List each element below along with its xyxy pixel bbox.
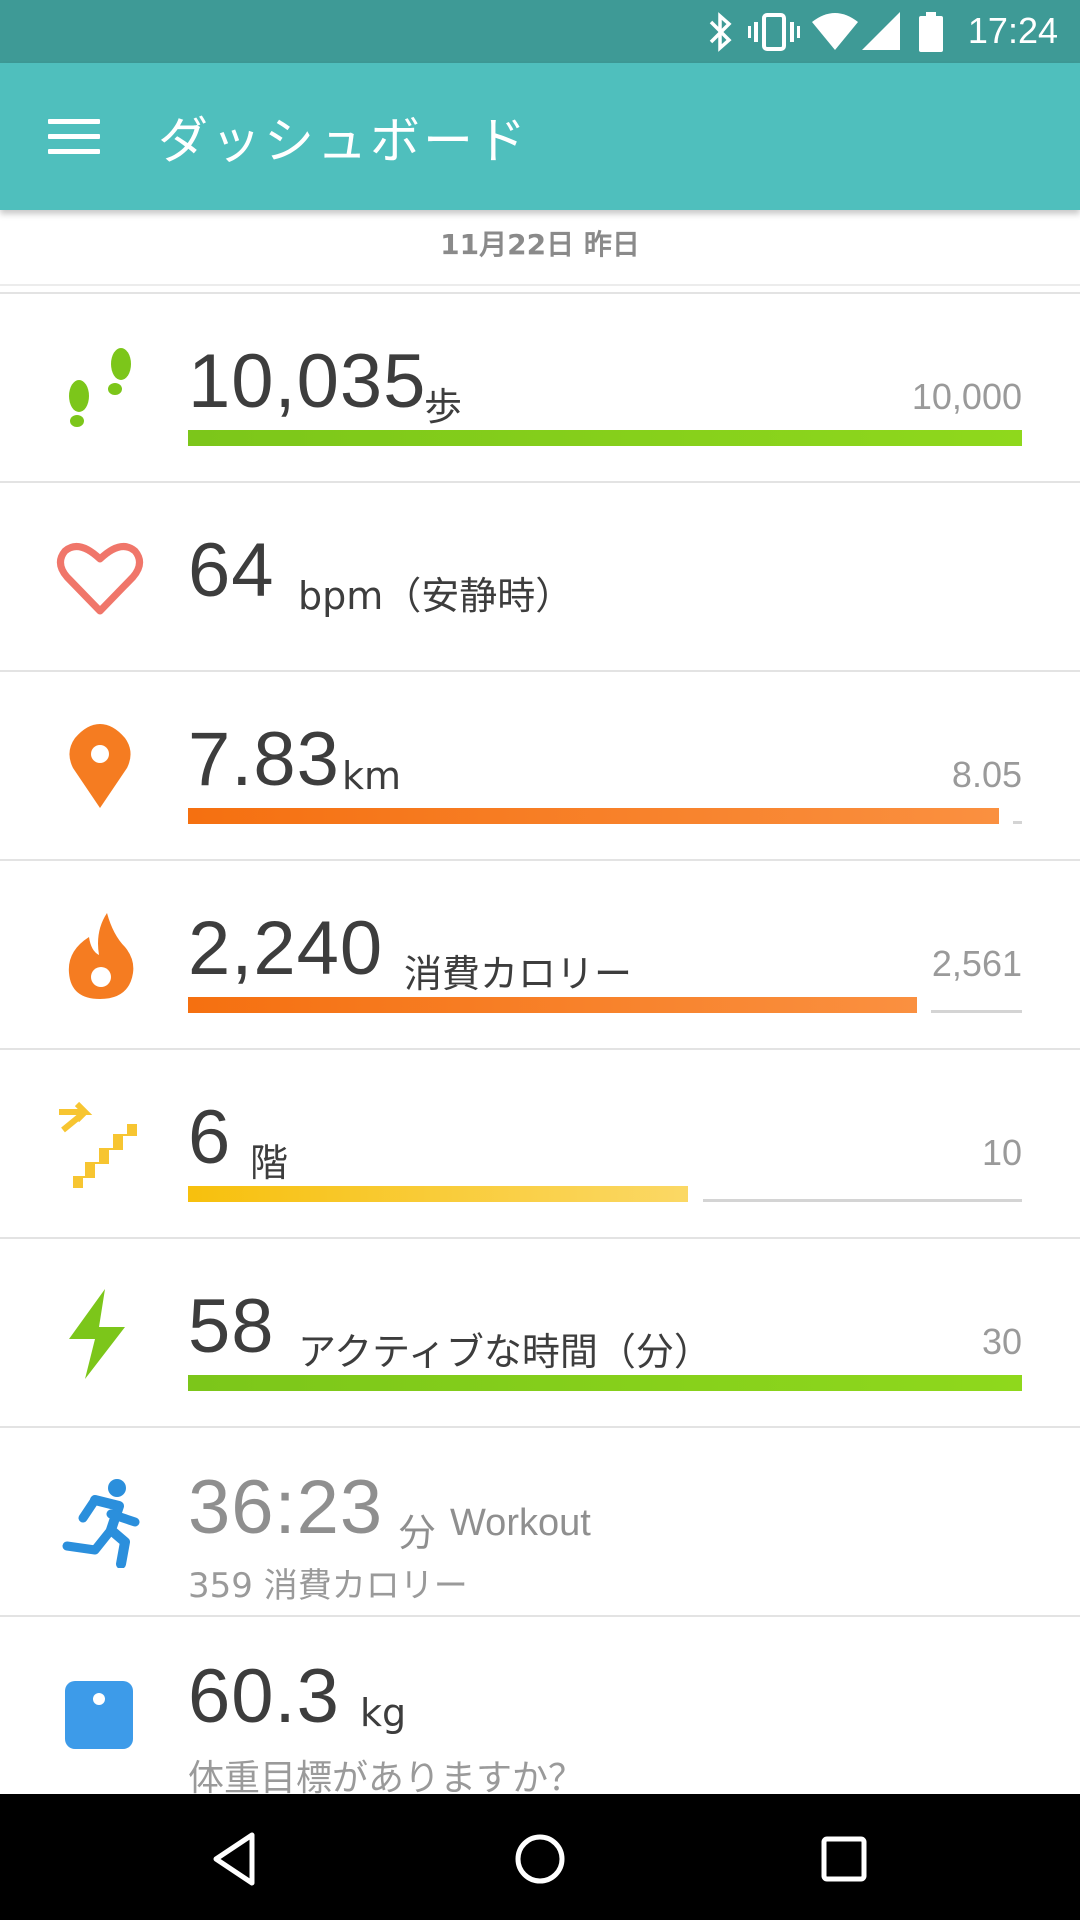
floors-progress-bar (188, 1186, 1022, 1202)
calories-value: 2,240 (188, 906, 384, 991)
vibrate-icon (748, 13, 800, 51)
calories-progress-fill (188, 997, 917, 1013)
active-minutes-unit: アクティブな時間（分） (298, 1330, 712, 1374)
active-minutes-progress-bar (188, 1375, 1022, 1391)
stats-list: 10,035 歩 10,000 64 bpm（安静時） 7.83 km 8.05 (0, 292, 1080, 1804)
recents-icon[interactable] (814, 1829, 874, 1889)
distance-row[interactable]: 7.83 km 8.05 (0, 670, 1080, 859)
floors-unit: 階 (250, 1141, 289, 1185)
battery-icon (919, 12, 943, 52)
calories-goal: 2,561 (931, 943, 1022, 984)
workout-calories-unit: 消費カロリー (263, 1566, 468, 1606)
heart-icon (57, 543, 143, 615)
status-bar: 17:24 (0, 0, 1080, 63)
running-person-icon (62, 1479, 140, 1568)
workout-duration: 36:23 (188, 1465, 384, 1550)
active-minutes-value: 58 (188, 1284, 275, 1369)
calories-progress-rest (931, 1010, 1022, 1013)
floors-goal: 10 (981, 1132, 1022, 1173)
calories-row[interactable]: 2,240 消費カロリー 2,561 (0, 859, 1080, 1048)
floors-value: 6 (188, 1095, 232, 1180)
workout-label: Workout (450, 1502, 591, 1544)
active-minutes-row[interactable]: 58 アクティブな時間（分） 30 (0, 1237, 1080, 1426)
back-icon[interactable] (206, 1829, 266, 1889)
active-minutes-progress-fill (188, 1375, 1022, 1391)
calories-unit: 消費カロリー (404, 952, 633, 996)
signal-icon (862, 12, 900, 50)
distance-progress-rest (1013, 821, 1022, 824)
bluetooth-icon (709, 12, 732, 52)
status-time: 17:24 (967, 10, 1058, 51)
date-label[interactable]: 11月22日 昨日 (0, 210, 1080, 286)
workout-unit: 分 (398, 1511, 437, 1555)
steps-unit: 歩 (424, 385, 463, 429)
navigation-bar (0, 1794, 1080, 1920)
floors-progress-fill (188, 1186, 688, 1202)
distance-unit: km (342, 754, 402, 798)
steps-progress-bar (188, 430, 1022, 446)
wifi-icon (812, 13, 858, 50)
heart-rate-value: 64 (188, 528, 275, 613)
steps-goal: 10,000 (911, 376, 1022, 417)
footprints-icon (69, 348, 131, 427)
floors-row[interactable]: 6 階 10 (0, 1048, 1080, 1237)
distance-goal: 8.05 (951, 754, 1022, 795)
distance-value: 7.83 (188, 717, 340, 802)
heart-rate-unit: bpm（安静時） (298, 574, 574, 618)
home-icon[interactable] (510, 1829, 570, 1889)
floors-progress-rest (703, 1199, 1022, 1202)
weight-value: 60.3 (188, 1654, 340, 1739)
scale-icon (65, 1681, 133, 1749)
page-title: ダッシュボード (158, 112, 529, 170)
active-minutes-goal: 30 (981, 1321, 1022, 1362)
location-pin-icon (69, 724, 131, 808)
workout-calories-value: 359 (188, 1566, 253, 1606)
distance-progress-bar (188, 808, 1022, 824)
menu-icon[interactable] (48, 119, 100, 155)
workout-calories: 359 消費カロリー (188, 1558, 468, 1607)
heart-rate-row[interactable]: 64 bpm（安静時） (0, 481, 1080, 670)
app-bar: ダッシュボード (0, 63, 1080, 210)
flame-icon (68, 913, 134, 999)
steps-row[interactable]: 10,035 歩 10,000 (0, 292, 1080, 481)
distance-progress-fill (188, 808, 999, 824)
workout-row[interactable]: 36:23 分 Workout 359 消費カロリー (0, 1426, 1080, 1615)
lightning-icon (69, 1289, 125, 1379)
steps-progress-fill (188, 430, 1022, 446)
calories-progress-bar (188, 997, 1022, 1013)
weight-row[interactable]: 60.3 kg 体重目標がありますか？ (0, 1615, 1080, 1804)
stairs-icon (59, 1101, 137, 1188)
weight-unit: kg (360, 1691, 407, 1735)
steps-value: 10,035 (188, 339, 427, 424)
